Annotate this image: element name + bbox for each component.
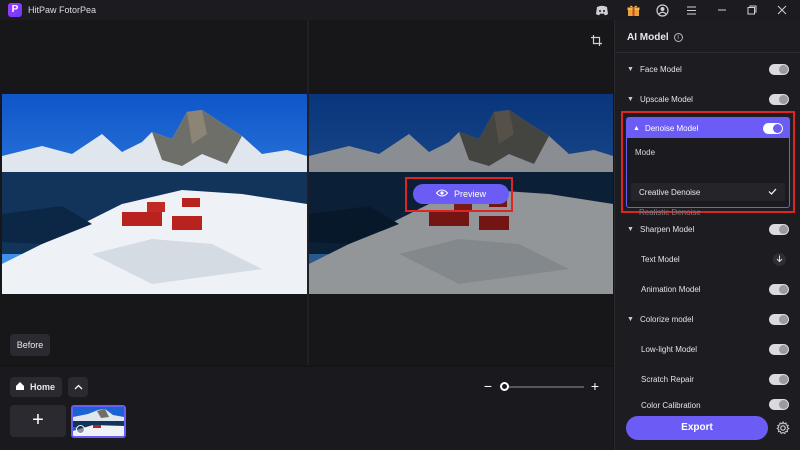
face-model-row[interactable]: ▼ Face Model [627, 59, 789, 79]
creative-denoise-label: Creative Denoise [639, 187, 701, 197]
caret-up-icon: ▲ [633, 124, 640, 132]
thumbnail-status-icon [76, 425, 85, 434]
lowlight-model-row[interactable]: Low-light Model [627, 339, 789, 359]
preview-button[interactable]: Preview [413, 184, 509, 204]
crop-icon[interactable] [588, 32, 604, 48]
discord-icon[interactable] [594, 2, 610, 18]
home-button-label: Home [30, 382, 56, 392]
panel-header: AI Model i [627, 32, 683, 43]
face-model-label: Face Model [640, 64, 682, 74]
upscale-model-toggle[interactable] [769, 93, 789, 105]
colorize-model-row[interactable]: ▼ Colorize model [627, 309, 789, 329]
creative-denoise-option[interactable]: Creative Denoise [631, 183, 785, 201]
upscale-model-row[interactable]: ▼ Upscale Model [627, 89, 789, 109]
scratch-repair-label: Scratch Repair [641, 374, 694, 384]
caret-down-icon: ▼ [627, 65, 634, 73]
zoom-slider-track[interactable] [504, 386, 584, 388]
settings-icon[interactable] [775, 420, 791, 436]
text-model-label: Text Model [641, 254, 680, 264]
before-button[interactable]: Before [10, 334, 50, 356]
upscale-model-label: Upscale Model [640, 94, 693, 104]
info-icon[interactable]: i [673, 33, 683, 42]
zoom-in-button[interactable]: + [588, 379, 602, 393]
collapse-button[interactable] [68, 377, 88, 397]
denoise-model-label: Denoise Model [644, 123, 699, 133]
color-calibration-row[interactable]: Color Calibration [627, 397, 789, 410]
animation-model-toggle[interactable] [769, 283, 789, 295]
app-title: HitPaw FotorPea [28, 5, 97, 15]
bottom-toolbar: Home − + + [0, 367, 613, 450]
sharpen-model-toggle[interactable] [769, 223, 789, 235]
minimize-icon[interactable] [714, 2, 730, 18]
preview-button-label: Preview [453, 189, 486, 199]
denoise-model-row[interactable]: ▲ Denoise Model [627, 118, 789, 138]
gift-icon[interactable] [625, 2, 641, 18]
animation-model-label: Animation Model [641, 284, 701, 294]
close-icon[interactable] [774, 2, 790, 18]
before-image [2, 94, 307, 294]
zoom-out-button[interactable]: − [482, 379, 494, 393]
add-image-button[interactable]: + [10, 405, 66, 437]
menu-icon[interactable] [683, 2, 699, 18]
eye-icon [435, 189, 449, 199]
ai-model-panel: AI Model i ▼ Face Model ▼ Upscale Model … [614, 20, 800, 450]
maximize-icon[interactable] [744, 2, 760, 18]
color-calibration-toggle[interactable] [769, 399, 789, 410]
colorize-model-label: Colorize model [640, 314, 694, 324]
caret-down-icon: ▼ [627, 315, 634, 323]
animation-model-row[interactable]: Animation Model [627, 279, 789, 299]
checkmark-icon [768, 188, 777, 197]
colorize-model-toggle[interactable] [769, 313, 789, 325]
caret-down-icon: ▼ [627, 225, 634, 233]
scratch-repair-row[interactable]: Scratch Repair [627, 369, 789, 389]
mode-label: Mode [635, 148, 656, 157]
denoise-model-toggle[interactable] [763, 122, 783, 134]
canvas-area: Preview Before [0, 20, 613, 365]
app-logo: P [8, 3, 22, 17]
realistic-denoise-label: Realistic Denoise [639, 207, 701, 217]
text-model-row[interactable]: Text Model [627, 249, 789, 269]
image-thumbnail[interactable] [71, 405, 126, 438]
account-icon[interactable] [654, 2, 670, 18]
panel-title: AI Model [627, 32, 669, 43]
sharpen-model-row[interactable]: ▼ Sharpen Model [627, 219, 789, 239]
sharpen-model-label: Sharpen Model [640, 224, 695, 234]
denoise-model-card: ▲ Denoise Model Mode Creative Denoise Re… [626, 117, 790, 217]
color-calibration-label: Color Calibration [641, 401, 701, 410]
chevron-up-icon [74, 382, 83, 392]
lowlight-model-toggle[interactable] [769, 343, 789, 355]
caret-down-icon: ▼ [627, 95, 634, 103]
home-button[interactable]: Home [10, 377, 62, 397]
scratch-repair-toggle[interactable] [769, 373, 789, 385]
download-icon[interactable] [773, 252, 786, 266]
home-icon [15, 381, 25, 393]
title-bar: P HitPaw FotorPea [0, 0, 800, 20]
export-button[interactable]: Export [626, 416, 768, 440]
face-model-toggle[interactable] [769, 63, 789, 75]
zoom-slider-handle[interactable] [500, 382, 509, 391]
lowlight-model-label: Low-light Model [641, 344, 698, 354]
panel-divider [615, 52, 800, 53]
